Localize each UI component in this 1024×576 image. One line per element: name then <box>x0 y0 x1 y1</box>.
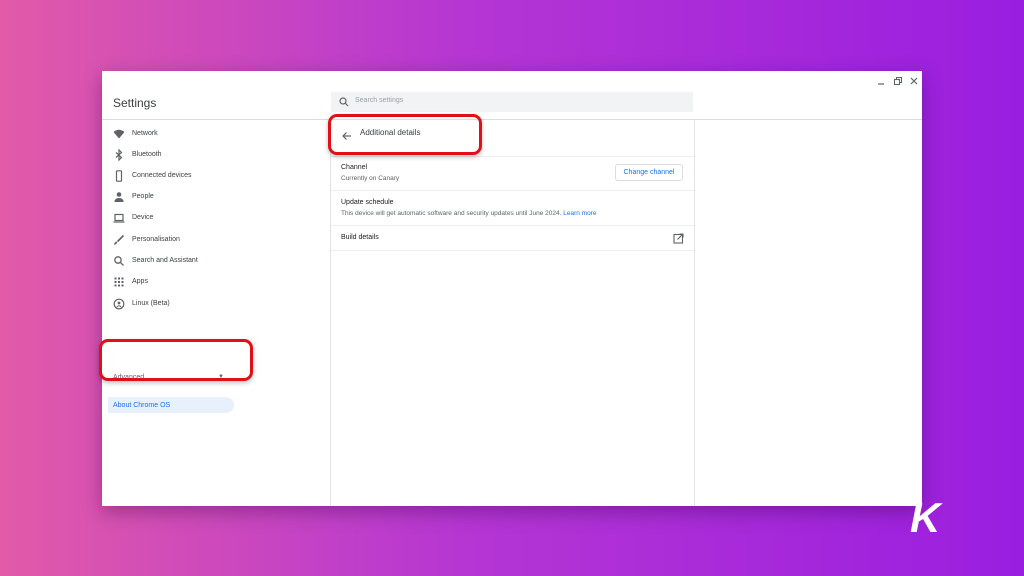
phone-icon <box>115 170 123 182</box>
sidebar-item-connected-devices[interactable]: Connected devices <box>102 167 330 185</box>
sidebar-item-network[interactable]: Network <box>102 125 330 143</box>
restore-icon[interactable] <box>892 75 904 87</box>
main-panel: Additional details Channel Currently on … <box>331 120 695 506</box>
sidebar-item-apps[interactable]: Apps <box>102 273 330 291</box>
apps-grid-icon <box>114 277 124 287</box>
update-schedule-label: Update schedule <box>341 199 394 206</box>
search-icon <box>339 97 349 107</box>
sidebar-item-label: About Chrome OS <box>113 402 171 409</box>
sidebar-item-label: Network <box>132 130 158 137</box>
sidebar-item-label: Search and Assistant <box>132 257 198 264</box>
sidebar-item-device[interactable]: Device <box>102 209 330 227</box>
sidebar-item-label: Bluetooth <box>132 151 162 158</box>
minimize-icon[interactable] <box>875 75 887 87</box>
learn-more-link[interactable]: Learn more <box>563 210 596 217</box>
search-placeholder: Search settings <box>355 97 404 104</box>
sidebar-item-label: People <box>132 193 154 200</box>
sidebar-item-label: Apps <box>132 278 148 285</box>
highlight-additional-details <box>328 114 482 155</box>
sidebar: Network Bluetooth Connected devices Peop… <box>102 120 331 506</box>
sidebar-item-label: Connected devices <box>132 172 192 179</box>
sidebar-item-people[interactable]: People <box>102 188 330 206</box>
update-schedule-text: This device will get automatic software … <box>341 210 596 217</box>
wifi-icon <box>113 129 125 139</box>
close-icon[interactable] <box>908 75 920 87</box>
settings-window: Settings Search settings Network Bluetoo… <box>102 71 922 506</box>
linux-icon <box>113 298 125 310</box>
app-title: Settings <box>113 96 157 110</box>
channel-value: Currently on Canary <box>341 175 400 182</box>
update-schedule-description: This device will get automatic software … <box>341 210 562 217</box>
watermark-logo: K <box>910 494 940 541</box>
sidebar-item-label: Device <box>132 214 154 221</box>
build-details-row[interactable]: Build details <box>331 226 694 251</box>
laptop-icon <box>113 213 125 223</box>
sidebar-item-bluetooth[interactable]: Bluetooth <box>102 146 330 164</box>
open-in-new-icon[interactable] <box>673 233 684 244</box>
sidebar-item-label: Personalisation <box>132 236 180 243</box>
sidebar-item-personalisation[interactable]: Personalisation <box>102 231 330 249</box>
build-details-label: Build details <box>341 234 379 241</box>
sidebar-item-linux-beta[interactable]: Linux (Beta) <box>102 295 330 313</box>
person-icon <box>114 192 124 202</box>
sidebar-item-label: Linux (Beta) <box>132 300 170 307</box>
sidebar-item-search-and-assistant[interactable]: Search and Assistant <box>102 252 330 270</box>
bluetooth-icon <box>115 149 123 161</box>
sidebar-item-about-chrome-os[interactable]: About Chrome OS <box>108 397 234 413</box>
channel-label: Channel <box>341 164 368 171</box>
update-schedule-row: Update schedule This device will get aut… <box>331 191 694 226</box>
change-channel-label: Change channel <box>623 169 675 176</box>
title-bar: Settings Search settings <box>102 71 922 120</box>
search-input[interactable]: Search settings <box>331 92 693 112</box>
search-icon <box>114 256 124 266</box>
change-channel-button[interactable]: Change channel <box>615 164 683 181</box>
brush-icon <box>114 234 125 245</box>
highlight-about-chrome-os <box>99 339 253 381</box>
